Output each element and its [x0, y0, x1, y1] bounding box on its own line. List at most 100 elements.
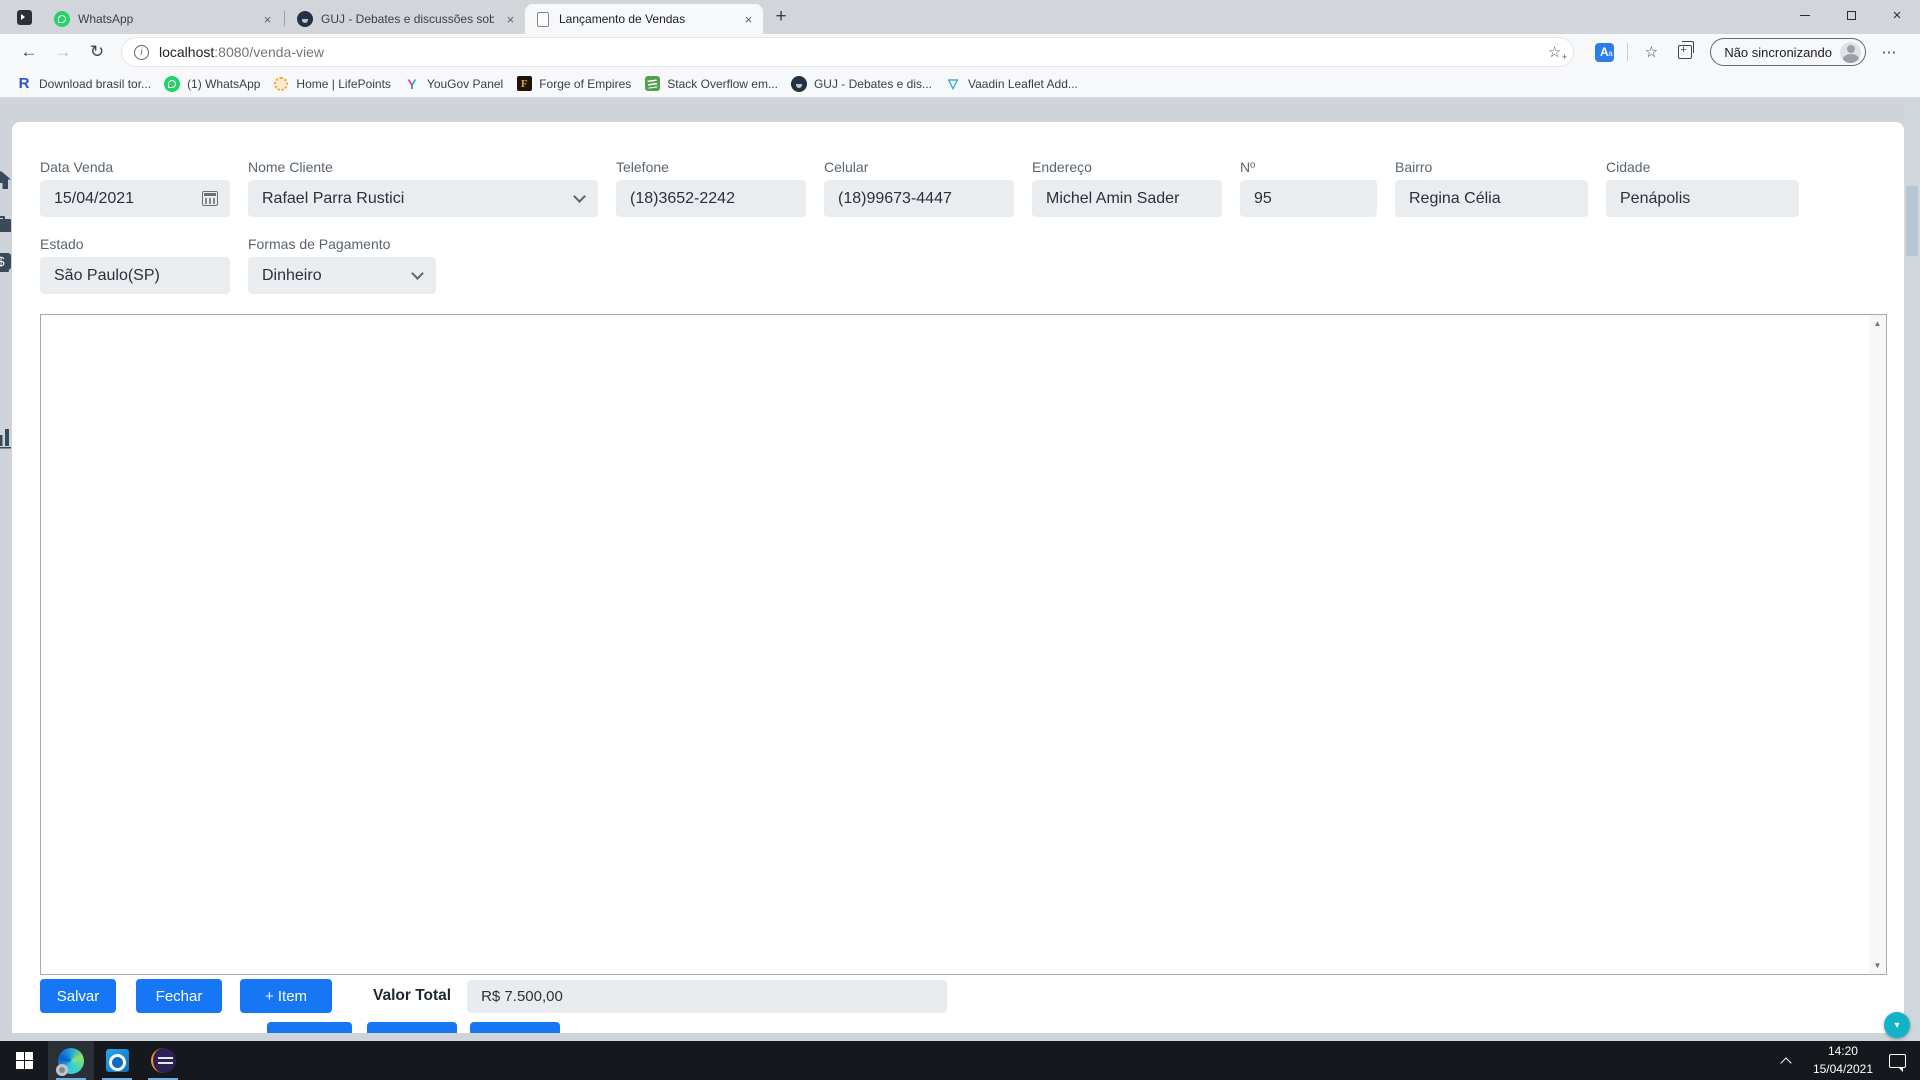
- field-cidade: Cidade Penápolis: [1606, 159, 1799, 217]
- whatsapp-icon: [164, 76, 180, 92]
- field-numero: Nº 95: [1240, 159, 1377, 217]
- letter-r-icon: R: [16, 76, 32, 92]
- field-endereco: Endereço Michel Amin Sader: [1032, 159, 1222, 217]
- form-row-2: Estado São Paulo(SP) Formas de Pagamento…: [12, 236, 1904, 294]
- lifepoints-sun-icon: [274, 77, 288, 91]
- page-icon: [537, 12, 549, 27]
- guj-icon: [297, 11, 313, 27]
- estado-input[interactable]: São Paulo(SP): [40, 257, 230, 294]
- bookmark-download-brasil[interactable]: R Download brasil tor...: [14, 76, 162, 92]
- vaadin-dev-tools-badge[interactable]: ▾: [1884, 1012, 1910, 1038]
- minimize-icon: [1800, 15, 1810, 16]
- hidden-action-button-1[interactable]: [267, 1022, 352, 1033]
- screen: WhatsApp × GUJ - Debates e discussões so…: [0, 0, 1920, 1080]
- cidade-input[interactable]: Penápolis: [1606, 180, 1799, 217]
- bookmark-stack-overflow[interactable]: Stack Overflow em...: [642, 76, 789, 92]
- start-button[interactable]: [0, 1041, 48, 1080]
- address-bar[interactable]: i localhost:8080/venda-view ☆: [122, 38, 1573, 66]
- browser-tab-strip: WhatsApp × GUJ - Debates e discussões so…: [0, 0, 1920, 34]
- new-tab-button[interactable]: +: [767, 3, 795, 31]
- hidden-action-button-2[interactable]: [367, 1022, 457, 1033]
- add-favorite-icon[interactable]: ☆: [1548, 43, 1565, 61]
- tab-separator: [284, 11, 285, 26]
- eclipse-taskbar-button[interactable]: [140, 1041, 186, 1080]
- telefone-input[interactable]: (18)3652-2242: [616, 180, 806, 217]
- field-estado: Estado São Paulo(SP): [40, 236, 230, 294]
- yougov-icon: Y: [404, 76, 420, 92]
- bookmark-guj[interactable]: GUJ - Debates e dis...: [789, 76, 943, 92]
- venda-form-card: Data Venda 15/04/2021 Nome Cliente Rafae…: [12, 122, 1904, 1033]
- bookmark-forge-of-empires[interactable]: F Forge of Empires: [514, 76, 642, 92]
- bookmark-lifepoints[interactable]: Home | LifePoints: [271, 76, 402, 92]
- chevron-up-icon: [1780, 1057, 1791, 1068]
- bookmark-vaadin-leaflet[interactable]: ▽ Vaadin Leaflet Add...: [943, 76, 1089, 92]
- scroll-up-icon[interactable]: ▲: [1869, 319, 1886, 328]
- tab-close-icon[interactable]: ×: [259, 11, 276, 28]
- whatsapp-icon: [54, 11, 70, 27]
- add-item-button[interactable]: + Item: [240, 979, 332, 1013]
- translate-button[interactable]: A: [1587, 37, 1621, 67]
- back-button[interactable]: ←: [12, 37, 46, 67]
- eclipse-icon: [151, 1048, 176, 1073]
- chevron-down-icon[interactable]: [411, 267, 424, 280]
- field-formas-pagamento: Formas de Pagamento Dinheiro: [248, 236, 436, 294]
- collections-button[interactable]: [1668, 37, 1702, 67]
- guj-icon: [791, 76, 807, 92]
- settings-menu-button[interactable]: ⋯: [1872, 37, 1906, 67]
- endereco-input[interactable]: Michel Amin Sader: [1032, 180, 1222, 217]
- browser-scrollbar[interactable]: [1904, 99, 1920, 1041]
- tab-guj[interactable]: GUJ - Debates e discussões sobr ×: [287, 4, 525, 34]
- field-bairro: Bairro Regina Célia: [1395, 159, 1588, 217]
- browser-toolbar: ← → ↻ i localhost:8080/venda-view ☆ A ☆ …: [0, 34, 1920, 70]
- tray-expand-button[interactable]: [1769, 1055, 1803, 1067]
- items-grid[interactable]: ▲ ▼: [40, 314, 1887, 975]
- bookmark-whatsapp[interactable]: (1) WhatsApp: [162, 76, 271, 92]
- grid-scrollbar[interactable]: ▲ ▼: [1869, 315, 1886, 974]
- nome-cliente-combobox[interactable]: Rafael Parra Rustici: [248, 180, 598, 217]
- close-form-button[interactable]: Fechar: [136, 979, 222, 1013]
- scroll-down-icon[interactable]: ▼: [1869, 961, 1886, 970]
- bairro-input[interactable]: Regina Célia: [1395, 180, 1588, 217]
- total-label: Valor Total: [373, 987, 451, 1005]
- tab-close-icon[interactable]: ×: [502, 11, 519, 28]
- bookmark-yougov[interactable]: Y YouGov Panel: [402, 76, 514, 92]
- clock-date: 15/04/2021: [1813, 1061, 1873, 1078]
- tab-actions-icon: [17, 10, 32, 25]
- sync-profile-button[interactable]: Não sincronizando: [1710, 38, 1866, 66]
- tab-actions-button[interactable]: [10, 3, 38, 31]
- profile-avatar: [1840, 42, 1861, 63]
- formas-pagamento-select[interactable]: Dinheiro: [248, 257, 436, 294]
- tab-whatsapp[interactable]: WhatsApp ×: [44, 4, 282, 34]
- hidden-action-button-3[interactable]: [470, 1022, 560, 1033]
- scrollbar-thumb[interactable]: [1906, 186, 1918, 256]
- close-button[interactable]: ×: [1874, 0, 1920, 30]
- form-footer: Salvar Fechar + Item Valor Total R$ 7.50…: [12, 979, 1904, 1013]
- action-center-icon[interactable]: [1889, 1054, 1906, 1068]
- page-viewport: $ Data Venda 15/04/2021 Nome Cliente Raf…: [0, 99, 1920, 1041]
- taskbar-clock[interactable]: 14:20 15/04/2021: [1803, 1043, 1883, 1078]
- sync-status-label: Não sincronizando: [1724, 45, 1832, 60]
- field-celular: Celular (18)99673-4447: [824, 159, 1014, 217]
- translate-icon: A: [1595, 43, 1614, 62]
- tab-close-icon[interactable]: ×: [740, 11, 757, 28]
- celular-input[interactable]: (18)99673-4447: [824, 180, 1014, 217]
- edge-taskbar-button[interactable]: [48, 1041, 94, 1080]
- chevron-down-icon[interactable]: [573, 190, 586, 203]
- clock-time: 14:20: [1813, 1043, 1873, 1060]
- numero-input[interactable]: 95: [1240, 180, 1377, 217]
- total-value-field[interactable]: R$ 7.500,00: [467, 980, 947, 1013]
- forward-button[interactable]: →: [46, 37, 80, 67]
- maximize-button[interactable]: [1828, 0, 1874, 30]
- windows-taskbar: 14:20 15/04/2021: [0, 1041, 1920, 1080]
- form-row-1: Data Venda 15/04/2021 Nome Cliente Rafae…: [12, 159, 1904, 217]
- window-controls: ×: [1782, 0, 1920, 30]
- tab-lancamento-de-vendas[interactable]: Lançamento de Vendas ×: [525, 4, 763, 34]
- outlook-taskbar-button[interactable]: [94, 1041, 140, 1080]
- refresh-button[interactable]: ↻: [80, 37, 114, 67]
- site-info-icon[interactable]: i: [134, 45, 149, 60]
- save-button[interactable]: Salvar: [40, 979, 116, 1013]
- favorites-button[interactable]: ☆: [1634, 37, 1668, 67]
- calendar-icon[interactable]: [202, 191, 218, 206]
- data-venda-input[interactable]: 15/04/2021: [40, 180, 230, 217]
- minimize-button[interactable]: [1782, 0, 1828, 30]
